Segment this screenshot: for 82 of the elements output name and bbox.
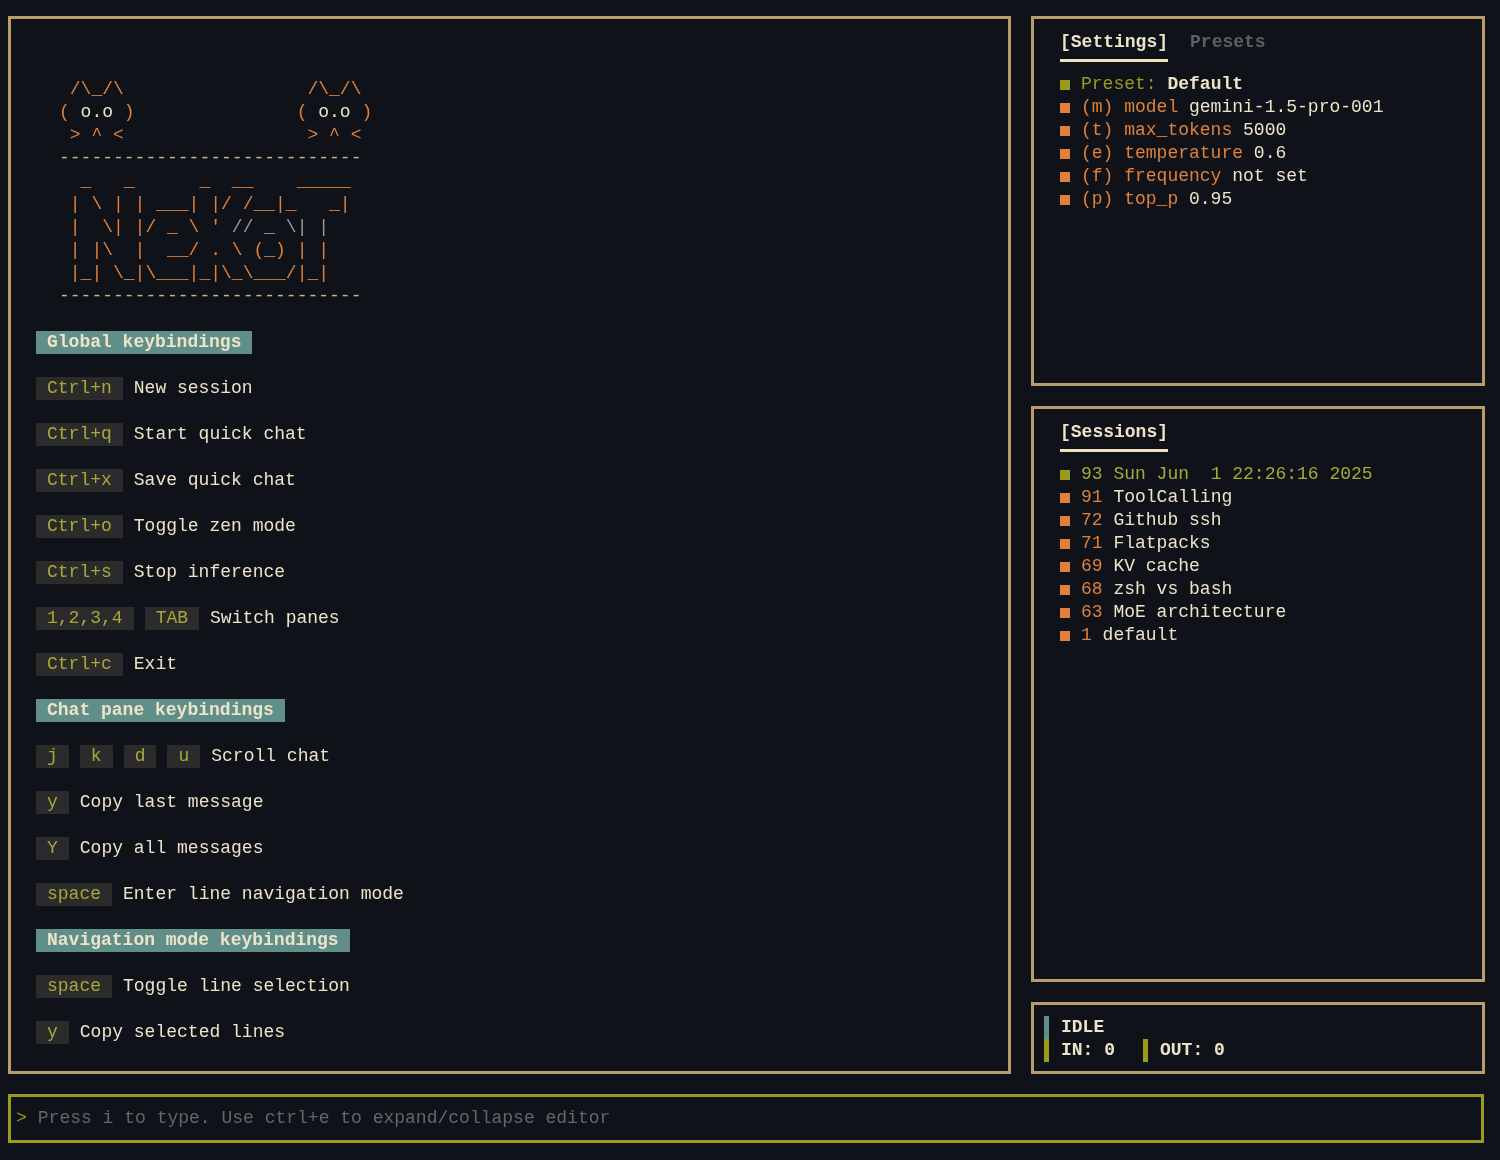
session-item[interactable]: 72 Github ssh [1081,509,1222,532]
square-bullet-icon [1060,125,1070,136]
square-bullet-icon [1060,79,1070,90]
prompt-marker: > [16,1107,27,1130]
section-heading: Global keybindings [36,331,253,354]
setting-item[interactable]: (t) max_tokens 5000 [1081,119,1287,142]
session-item[interactable]: 71 Flatpacks [1081,532,1211,555]
section-heading: Navigation mode keybindings [36,929,350,952]
ascii-art-line: _ _ _ __ _____ [79,170,352,193]
key-badge: TAB [144,607,200,630]
output-indicator-bar [1143,1039,1148,1062]
ascii-art-line: ---------------------------- [59,285,363,308]
square-bullet-icon [1060,538,1070,549]
keybinding-description: Toggle zen mode [133,515,296,538]
setting-item[interactable]: (e) temperature 0.6 [1081,142,1287,165]
key-badge: Ctrl+c [36,653,123,676]
key-badge: space [36,975,112,998]
key-badge: y [36,791,69,814]
key-badge: Ctrl+o [36,515,123,538]
input-field[interactable]: Press i to type. Use ctrl+e to expand/collapse editor [37,1107,1481,1130]
keybinding-description: Save quick chat [133,469,296,492]
key-badge: Ctrl+q [36,423,123,446]
session-item[interactable]: 1 default [1081,624,1179,647]
ascii-art-line: ( o.o ) ( o.o ) [59,101,374,124]
token-count-in: IN: 0 [1061,1039,1115,1062]
key-badge: Ctrl+n [36,377,123,400]
square-bullet-icon [1060,148,1070,159]
session-item[interactable]: 63 MoE architecture [1081,601,1287,624]
ascii-art-line: |_| \_|\___|_|\_\___/|_| [68,262,331,285]
key-badge: Ctrl+x [36,469,123,492]
square-bullet-icon [1060,171,1070,182]
session-item[interactable]: 91 ToolCalling [1081,486,1233,509]
setting-item[interactable]: (m) model gemini-1.5-pro-001 [1081,96,1384,119]
session-item[interactable]: 93 Sun Jun 1 22:26:16 2025 [1081,463,1373,486]
keybinding-description: Exit [133,653,178,676]
keybinding-description: Enter line navigation mode [123,883,404,906]
square-bullet-icon [1060,469,1070,480]
session-item[interactable]: 69 KV cache [1081,555,1200,578]
key-badge: Y [36,837,69,860]
keybinding-description: Stop inference [133,561,286,584]
key-badge: k [79,745,113,768]
square-bullet-icon [1060,630,1070,641]
input-indicator-bar [1044,1039,1049,1062]
pane-tab[interactable]: [Settings] [1060,30,1169,62]
key-badge: y [36,1021,69,1044]
prompt-bar[interactable]: > Press i to type. Use ctrl+e to expand/collapse editor [8,1094,1484,1143]
session-item[interactable]: 68 zsh vs bash [1081,578,1233,601]
keybinding-description: Scroll chat [211,745,331,768]
keybinding-description: Switch panes [210,607,340,630]
key-badge: Ctrl+s [36,561,123,584]
keybinding-description: Copy last message [79,791,264,814]
keybinding-description: Copy selected lines [79,1021,286,1044]
ascii-art-line: > ^ < > ^ < [68,124,363,147]
ascii-art-line: | \ | | ___| |/ /__|_ _| [68,193,352,216]
square-bullet-icon [1060,584,1070,595]
square-bullet-icon [1060,607,1070,618]
ascii-art-line: | |\ | __/ . \ (_) | | [68,239,331,262]
setting-item[interactable]: (f) frequency not set [1081,165,1308,188]
section-heading: Chat pane keybindings [36,699,285,722]
key-badge: j [36,745,69,768]
square-bullet-icon [1060,194,1070,205]
token-count-out: OUT: 0 [1160,1039,1225,1062]
square-bullet-icon [1060,561,1070,572]
key-badge: space [36,883,112,906]
square-bullet-icon [1060,515,1070,526]
ascii-art-line: /\_/\ /\_/\ [68,78,363,101]
setting-item[interactable]: (p) top_p 0.95 [1081,188,1233,211]
square-bullet-icon [1060,102,1070,113]
keybinding-description: Copy all messages [79,837,264,860]
preset-label[interactable]: Preset: Default [1081,73,1244,96]
status-state: IDLE [1061,1016,1105,1039]
square-bullet-icon [1060,492,1070,503]
keybinding-description: Toggle line selection [123,975,350,998]
keybinding-description: Start quick chat [133,423,307,446]
keybinding-description: New session [133,377,253,400]
key-badge: u [167,745,201,768]
ascii-art-line: ---------------------------- [59,147,363,170]
ascii-art-line: | \| |/ _ \ ' // _ \| | [68,216,331,239]
key-badge: d [123,745,157,768]
key-badge: 1,2,3,4 [36,607,134,630]
state-indicator-bar [1044,1016,1049,1039]
pane-tab[interactable]: [Sessions] [1060,420,1169,452]
